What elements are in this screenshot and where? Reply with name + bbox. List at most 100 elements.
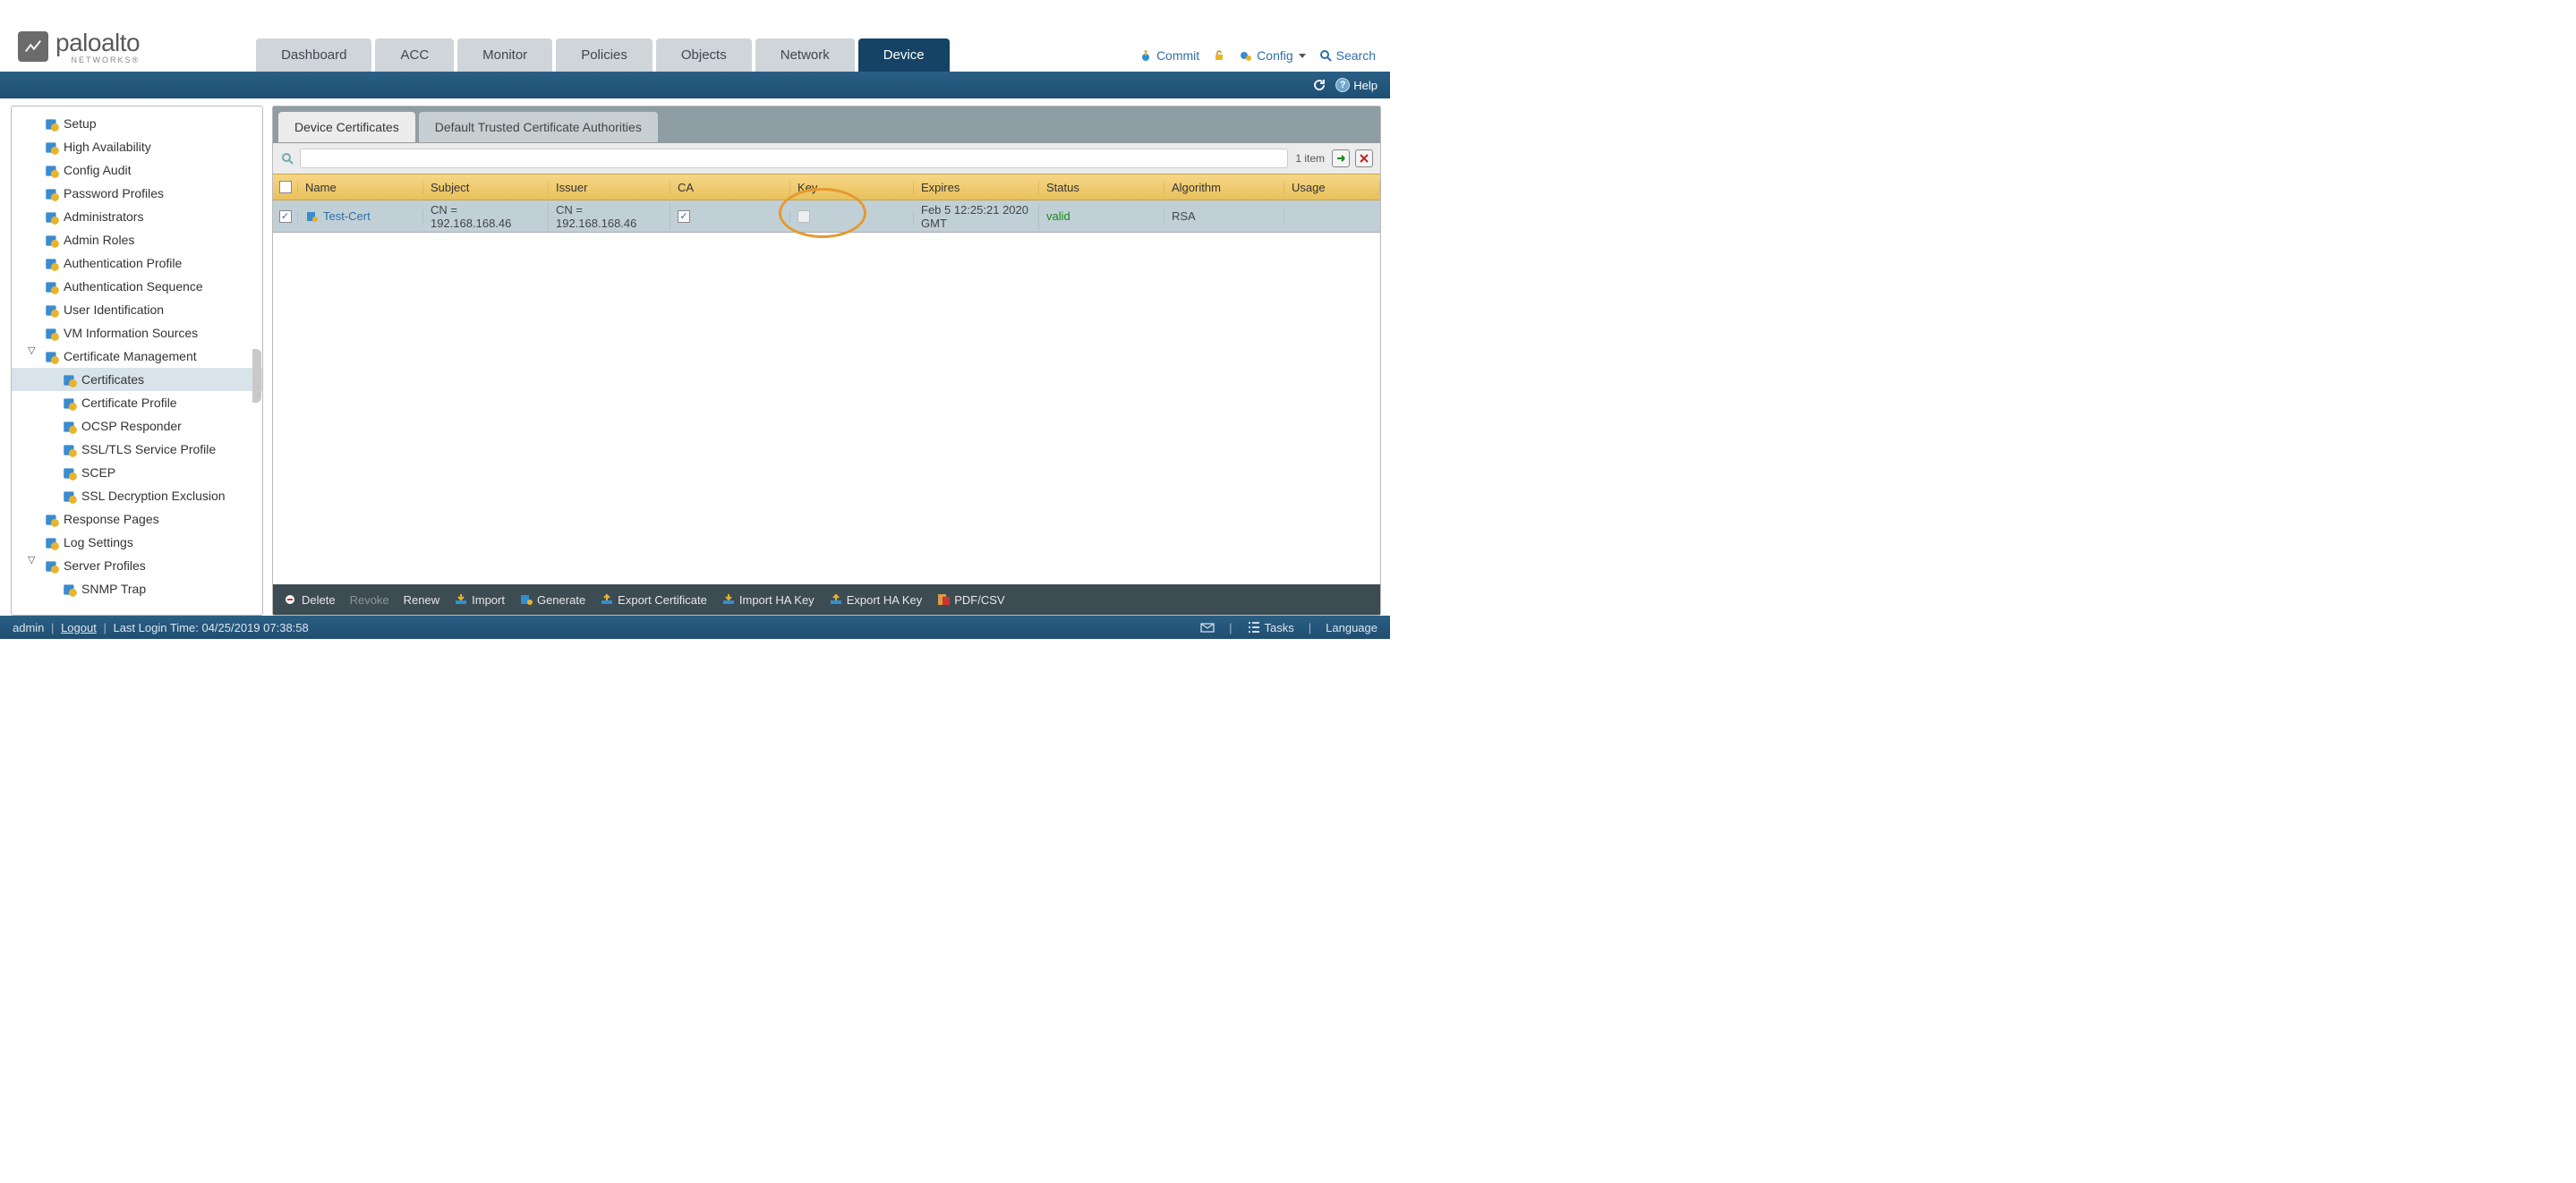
sidebar-item-scep[interactable]: SCEP	[12, 461, 262, 484]
primary-tab-dashboard[interactable]: Dashboard	[256, 38, 371, 72]
column-status[interactable]: Status	[1039, 181, 1164, 194]
select-all-checkbox[interactable]	[273, 181, 298, 193]
content-tab-device-certificates[interactable]: Device Certificates	[278, 112, 415, 142]
mail-icon[interactable]	[1200, 620, 1215, 634]
sidebar-item-high-availability[interactable]: High Availability	[12, 135, 262, 158]
column-expires[interactable]: Expires	[914, 181, 1039, 194]
import-ha-key-button[interactable]: Import HA Key	[721, 593, 815, 607]
users-list-icon	[44, 279, 60, 294]
commit-button[interactable]: Commit	[1139, 48, 1199, 63]
sidebar-item-label: SNMP Trap	[81, 580, 146, 598]
pdf-csv-button[interactable]: PDF/CSV	[936, 593, 1004, 607]
row-checkbox[interactable]	[273, 210, 298, 223]
sidebar-item-log-settings[interactable]: Log Settings	[12, 531, 262, 554]
sidebar-item-label: High Availability	[64, 138, 151, 156]
certificate-name-link[interactable]: Test-Cert	[305, 209, 371, 224]
refresh-icon[interactable]	[1312, 78, 1326, 92]
table-row[interactable]: Test-CertCN = 192.168.168.46CN = 192.168…	[273, 200, 1380, 233]
sidebar-collapse-handle[interactable]	[252, 349, 261, 403]
primary-tab-acc[interactable]: ACC	[375, 38, 454, 72]
page-block-icon	[44, 512, 60, 526]
column-usage[interactable]: Usage	[1284, 181, 1380, 194]
cell-ca	[670, 210, 790, 223]
language-button[interactable]: Language	[1326, 621, 1378, 634]
sidebar-item-certificate-profile[interactable]: Certificate Profile	[12, 391, 262, 414]
filter-input[interactable]	[300, 149, 1288, 168]
primary-tab-device[interactable]: Device	[858, 38, 950, 72]
sidebar-item-label: Authentication Sequence	[64, 277, 203, 295]
sidebar-item-admin-roles[interactable]: Admin Roles	[12, 228, 262, 251]
gear-wrench-icon	[44, 116, 60, 131]
filter-search-icon[interactable]	[280, 151, 294, 166]
export-icon	[600, 593, 614, 606]
sidebar-item-server-profiles[interactable]: Server Profiles	[12, 554, 262, 577]
content-tab-default-trusted-certificate-authorities[interactable]: Default Trusted Certificate Authorities	[419, 112, 658, 142]
id-card-icon	[44, 302, 60, 317]
tasks-button[interactable]: Tasks	[1247, 620, 1294, 634]
sidebar-nav: Setup High Availability Config Audit Passwo…	[11, 106, 263, 616]
column-key[interactable]: Key	[790, 181, 914, 194]
apply-filter-button[interactable]	[1332, 149, 1350, 167]
sidebar-item-vm-information-sources[interactable]: VM Information Sources	[12, 321, 262, 345]
delete-button[interactable]: Delete	[284, 593, 336, 607]
sidebar-item-label: Password Profiles	[64, 184, 164, 202]
top-bar: paloalto NETWORKS® DashboardACCMonitorPo…	[0, 0, 1390, 72]
brand-logo: paloalto NETWORKS®	[0, 29, 140, 72]
export-ha-key-button[interactable]: Export HA Key	[829, 593, 923, 607]
sidebar-item-password-profiles[interactable]: Password Profiles	[12, 182, 262, 205]
user-check-icon	[44, 233, 60, 247]
pdf-icon	[936, 593, 951, 606]
last-login-time: Last Login Time: 04/25/2019 07:38:58	[113, 621, 308, 634]
primary-tab-network[interactable]: Network	[755, 38, 855, 72]
column-issuer[interactable]: Issuer	[549, 181, 670, 194]
primary-tab-policies[interactable]: Policies	[556, 38, 653, 72]
column-subject[interactable]: Subject	[423, 181, 549, 194]
import-icon	[454, 593, 468, 606]
config-dropdown[interactable]: Config	[1239, 48, 1305, 63]
primary-tab-monitor[interactable]: Monitor	[457, 38, 552, 72]
lock-open-icon[interactable]	[1212, 48, 1226, 63]
magnify-doc-icon	[44, 163, 60, 177]
sidebar-item-label: SCEP	[81, 464, 115, 481]
sidebar-item-response-pages[interactable]: Response Pages	[12, 507, 262, 531]
search-button[interactable]: Search	[1318, 48, 1376, 63]
sidebar-item-ssl-decryption-exclusion[interactable]: SSL Decryption Exclusion	[12, 484, 262, 507]
help-button[interactable]: ? Help	[1335, 78, 1378, 92]
sidebar-item-label: User Identification	[64, 301, 164, 319]
import-button[interactable]: Import	[454, 593, 505, 607]
sidebar-item-certificates[interactable]: Certificates	[12, 368, 262, 391]
certificates-table: Name Subject Issuer CA Key Expires Statu…	[273, 174, 1380, 584]
clear-filter-button[interactable]	[1355, 149, 1373, 167]
sidebar-item-config-audit[interactable]: Config Audit	[12, 158, 262, 182]
sidebar-item-certificate-management[interactable]: Certificate Management	[12, 345, 262, 368]
column-algorithm[interactable]: Algorithm	[1164, 181, 1284, 194]
cell-algorithm: RSA	[1164, 209, 1284, 223]
cell-key	[790, 210, 914, 223]
sidebar-item-authentication-profile[interactable]: Authentication Profile	[12, 251, 262, 275]
logout-link[interactable]: Logout	[61, 621, 97, 634]
column-ca[interactable]: CA	[670, 181, 790, 194]
status-bar: admin | Logout | Last Login Time: 04/25/…	[0, 616, 1390, 639]
top-right-actions: Commit Config Search	[1139, 48, 1376, 63]
search-label: Search	[1336, 48, 1376, 63]
sidebar-item-user-identification[interactable]: User Identification	[12, 298, 262, 321]
generate-button[interactable]: Generate	[519, 593, 585, 607]
renew-button[interactable]: Renew	[404, 593, 439, 607]
primary-tab-objects[interactable]: Objects	[656, 38, 752, 72]
import-ha-icon	[721, 593, 736, 606]
sidebar-item-ssl-tls-service-profile[interactable]: SSL/TLS Service Profile	[12, 438, 262, 461]
scep-icon	[62, 465, 78, 480]
sidebar-item-snmp-trap[interactable]: SNMP Trap	[12, 577, 262, 600]
primary-nav-tabs: DashboardACCMonitorPoliciesObjectsNetwor…	[256, 38, 953, 72]
sidebar-item-administrators[interactable]: Administrators	[12, 205, 262, 228]
help-label: Help	[1353, 79, 1378, 92]
commit-icon	[1139, 48, 1153, 63]
sidebar-item-label: Config Audit	[64, 161, 132, 179]
sidebar-item-setup[interactable]: Setup	[12, 112, 262, 135]
export-certificate-button[interactable]: Export Certificate	[600, 593, 707, 607]
column-name[interactable]: Name	[298, 181, 423, 194]
sidebar-item-authentication-sequence[interactable]: Authentication Sequence	[12, 275, 262, 298]
tasks-icon	[1247, 620, 1261, 634]
sidebar-item-ocsp-responder[interactable]: OCSP Responder	[12, 414, 262, 438]
cell-status: valid	[1039, 209, 1164, 223]
